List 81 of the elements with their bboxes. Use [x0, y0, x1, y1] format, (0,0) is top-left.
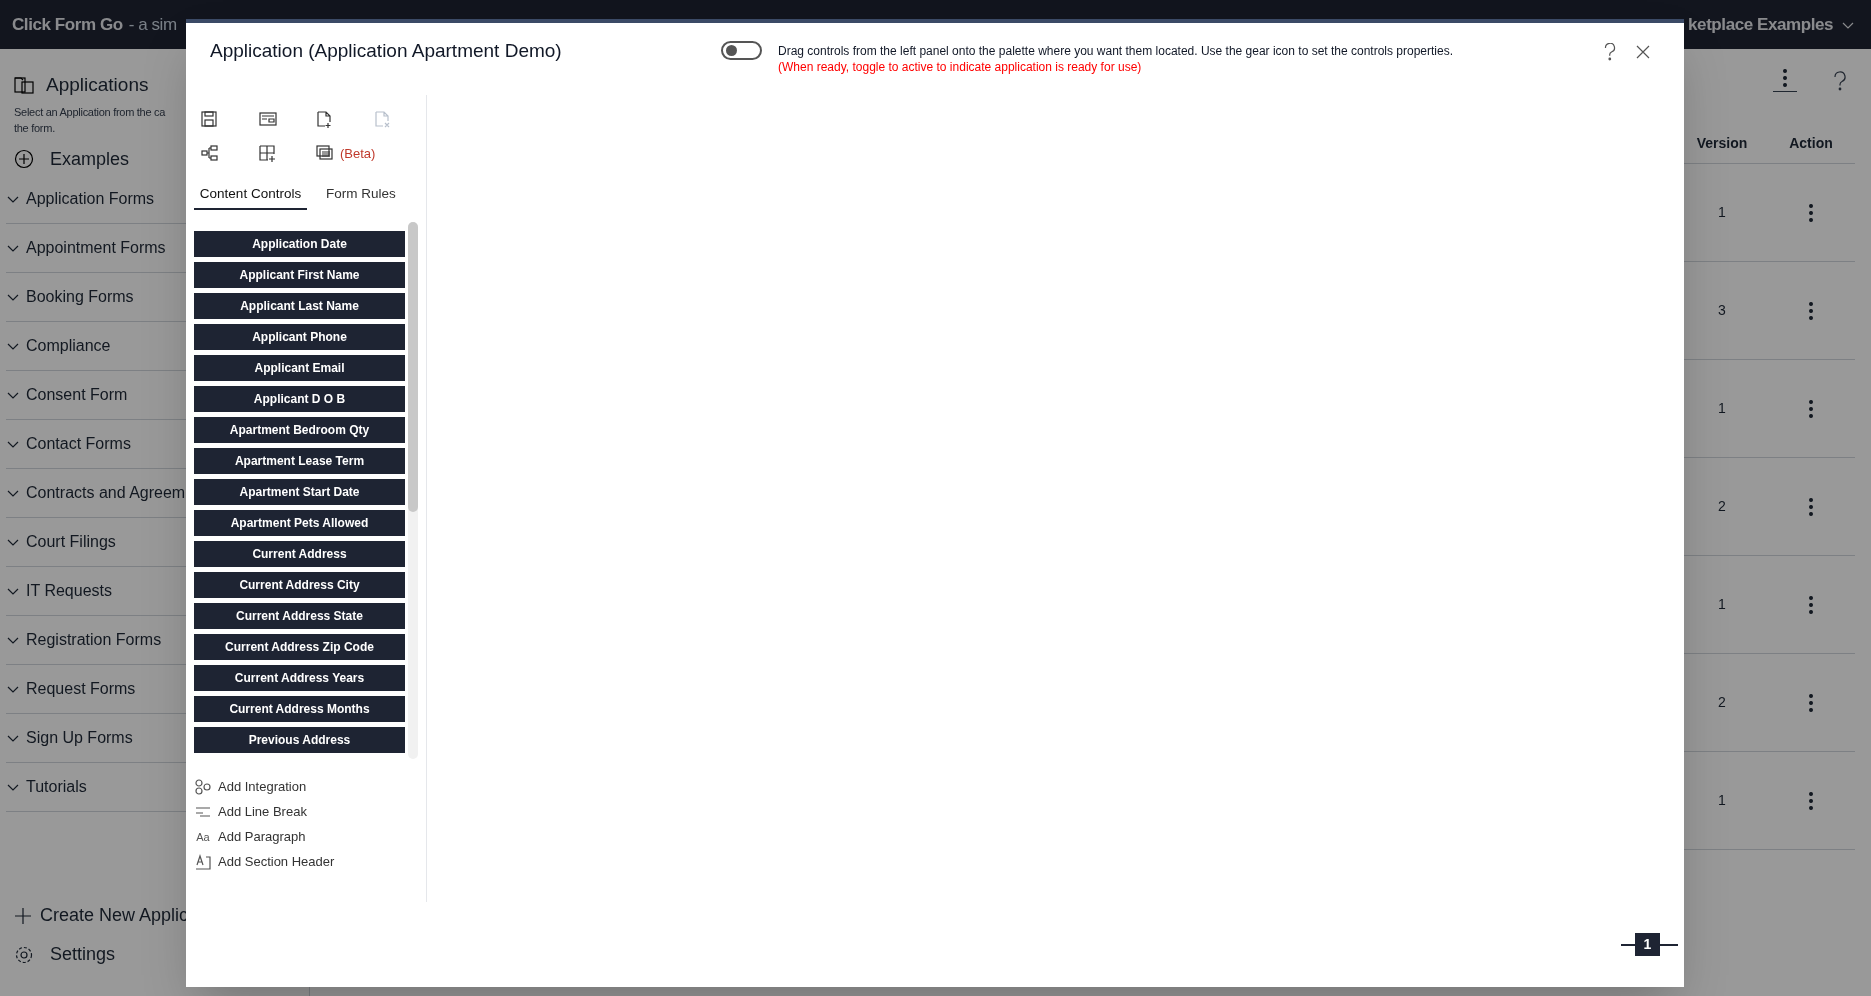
- control-button[interactable]: Apartment Bedroom Qty: [194, 416, 405, 443]
- column-header: Version: [1695, 134, 1749, 153]
- table-cell-text: 2: [1717, 693, 1727, 712]
- kebab-icon: [1783, 69, 1787, 87]
- file-plus-button[interactable]: [316, 111, 334, 128]
- kebab-icon: [1809, 301, 1813, 320]
- column-header: Action: [1788, 134, 1834, 153]
- help-icon: [1833, 70, 1847, 91]
- plus-icon: [14, 906, 32, 925]
- ready-note: (When ready, toggle to active to indicate application is ready for use): [778, 59, 1143, 75]
- kebab-icon: [1809, 693, 1813, 712]
- flow-icon: [201, 145, 219, 163]
- control-button[interactable]: Apartment Pets Allowed: [194, 509, 405, 536]
- file-delete-icon: [373, 111, 392, 128]
- grid-plus-icon: [258, 145, 277, 163]
- sidebar-heading: Applications: [46, 73, 149, 97]
- close-button[interactable]: [1636, 45, 1650, 59]
- documents-button[interactable]: [316, 145, 334, 163]
- control-button[interactable]: Applicant Phone: [194, 323, 405, 350]
- dialog-title: Application (Application Apartment Demo): [210, 39, 563, 63]
- control-button[interactable]: Apartment Lease Term: [194, 447, 405, 474]
- control-button[interactable]: Applicant First Name: [194, 261, 405, 288]
- folders-icon: [14, 75, 34, 96]
- settings-item[interactable]: Settings: [0, 941, 309, 968]
- settings-icon: [14, 944, 34, 965]
- control-button[interactable]: Current Address Years: [194, 664, 405, 691]
- integration-icon: [195, 779, 211, 795]
- kebab-icon: [1809, 497, 1813, 516]
- help-button[interactable]: [1604, 43, 1616, 61]
- scrollbar-thumb[interactable]: [408, 221, 418, 512]
- control-button[interactable]: Applicant Last Name: [194, 292, 405, 319]
- plus-circle-icon: [14, 149, 34, 169]
- documents-icon: [316, 145, 334, 163]
- table-cell-text: 1: [1717, 399, 1727, 418]
- active-toggle[interactable]: [721, 41, 762, 60]
- section-header-icon: [195, 854, 211, 870]
- sidebar-description: Select an Application from the ca: [14, 104, 166, 120]
- table-cell-text: 1: [1717, 203, 1727, 222]
- kebab-icon: [1809, 791, 1813, 810]
- app-title: Click Form Go: [12, 13, 123, 36]
- sidebar-description: the form.: [14, 120, 55, 136]
- create-button[interactable]: Create New Applic: [0, 902, 309, 929]
- line-break-icon: [195, 804, 211, 820]
- control-button[interactable]: Current Address: [194, 540, 405, 567]
- control-button[interactable]: Applicant D O B: [194, 385, 405, 412]
- table-cell-text: 1: [1717, 791, 1727, 810]
- grid-plus-button[interactable]: [258, 145, 277, 163]
- control-button[interactable]: Application Date: [194, 230, 405, 257]
- tab[interactable]: Content Controls: [194, 181, 307, 210]
- beta-label: (Beta): [340, 145, 376, 163]
- control-button[interactable]: Apartment Start Date: [194, 478, 405, 505]
- table-cell-text: 3: [1717, 301, 1727, 320]
- app-subtitle: - a sim: [128, 13, 177, 36]
- form-icon: [258, 111, 277, 128]
- form-button[interactable]: [258, 111, 277, 128]
- instructions-text: Drag controls from the left panel onto the palette where you want them located. Use the gear icon to set the controls properties.: [778, 43, 1455, 59]
- table-cell-text: 2: [1717, 497, 1727, 516]
- control-button[interactable]: Current Address City: [194, 571, 405, 598]
- control-button[interactable]: Current Address State: [194, 602, 405, 629]
- examples-item[interactable]: Examples: [0, 145, 309, 173]
- control-button[interactable]: Current Address Zip Code: [194, 633, 405, 660]
- file-plus-icon: [316, 111, 334, 128]
- control-button[interactable]: Applicant Email: [194, 354, 405, 381]
- add-tool-item[interactable]: Aa Add Paragraph: [195, 826, 426, 848]
- tab[interactable]: Form Rules: [311, 181, 411, 210]
- more-button[interactable]: [1773, 69, 1797, 92]
- kebab-icon: [1809, 203, 1813, 222]
- paragraph-icon: Aa: [195, 828, 211, 846]
- save-icon: [201, 111, 219, 128]
- save-button[interactable]: [201, 111, 219, 128]
- add-tool-item[interactable]: Add Section Header: [195, 851, 426, 873]
- page-button[interactable]: 1: [1635, 933, 1660, 956]
- control-button[interactable]: Previous Address: [194, 726, 405, 753]
- flow-button[interactable]: [201, 145, 219, 163]
- kebab-icon: [1809, 399, 1813, 418]
- table-cell-text: 1: [1717, 595, 1727, 614]
- marketplace-menu[interactable]: ketplace Examples: [1688, 11, 1855, 38]
- close-icon: [1636, 45, 1650, 59]
- help-icon: [1604, 43, 1616, 61]
- control-button[interactable]: Current Address Months: [194, 695, 405, 722]
- kebab-icon: [1809, 595, 1813, 614]
